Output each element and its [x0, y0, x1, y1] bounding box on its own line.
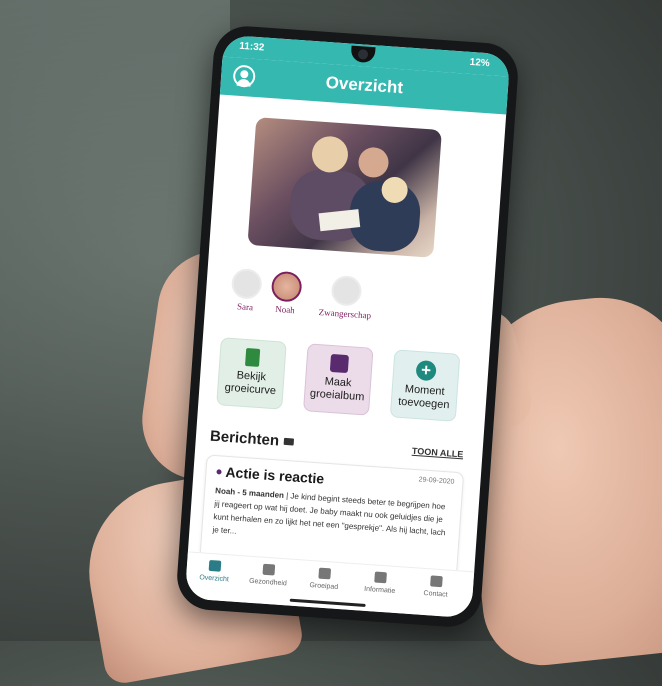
profile-label: Zwangerschap	[318, 306, 372, 321]
path-icon	[318, 567, 332, 580]
album-icon	[329, 353, 350, 374]
tile-label: Maak groeialbum	[305, 374, 371, 404]
nav-contact[interactable]: Contact	[407, 574, 464, 600]
chat-icon	[430, 575, 443, 588]
photo-face	[310, 135, 350, 174]
status-time: 11:32	[238, 40, 265, 54]
phone: 11:32 12% Overzicht Sara Noah Zwangersch…	[174, 24, 521, 629]
plus-icon: +	[415, 359, 437, 382]
message-title: Actie is reactie	[225, 463, 325, 487]
message-text: | Je kind begint steeds beter te begrijp…	[212, 490, 446, 538]
nav-label: Overzicht	[199, 574, 230, 584]
add-moment-button[interactable]: + Moment toevoegen	[389, 349, 461, 422]
avatar	[270, 270, 303, 303]
home-indicator	[289, 598, 366, 607]
photo-face	[357, 146, 390, 179]
message-body: Noah - 5 maanden | Je kind begint steeds…	[212, 484, 453, 552]
growth-chart-icon	[244, 347, 261, 367]
tile-label: Moment toevoegen	[391, 382, 457, 412]
tile-label: Bekijk groeicurve	[218, 368, 284, 398]
messages-heading: Berichten	[209, 427, 280, 450]
action-tiles: Bekijk groeicurve Maak groeialbum + Mome…	[197, 336, 489, 436]
nav-groeipad[interactable]: Groeipad	[296, 566, 353, 592]
battery-level: 12%	[469, 56, 491, 70]
nav-label: Groeipad	[309, 581, 339, 591]
phone-screen: 11:32 12% Overzicht Sara Noah Zwangersch…	[184, 34, 511, 619]
home-icon	[208, 559, 222, 572]
heart-icon	[262, 563, 276, 576]
nav-gezondheid[interactable]: Gezondheid	[240, 562, 297, 588]
growth-curve-button[interactable]: Bekijk groeicurve	[216, 337, 287, 410]
camera-notch	[350, 45, 376, 64]
nav-label: Informatie	[363, 585, 396, 595]
unread-dot-icon	[216, 469, 222, 475]
message-meta: Noah - 5 maanden	[214, 486, 285, 500]
profile-switcher: Sara Noah Zwangerschap	[204, 266, 494, 346]
profile-zwangerschap[interactable]: Zwangerschap	[305, 273, 388, 321]
nav-label: Contact	[423, 589, 448, 599]
growth-album-button[interactable]: Maak groeialbum	[302, 343, 374, 416]
mail-icon	[283, 438, 295, 446]
nav-overzicht[interactable]: Overzicht	[186, 558, 243, 584]
avatar	[330, 274, 363, 307]
nav-label: Gezondheid	[248, 577, 288, 588]
message-date: 29-09-2020	[418, 476, 455, 486]
family-photo	[247, 117, 442, 258]
book-icon	[374, 571, 387, 584]
show-all-link[interactable]: TOON ALLE	[412, 446, 464, 460]
nav-informatie[interactable]: Informatie	[351, 570, 408, 596]
